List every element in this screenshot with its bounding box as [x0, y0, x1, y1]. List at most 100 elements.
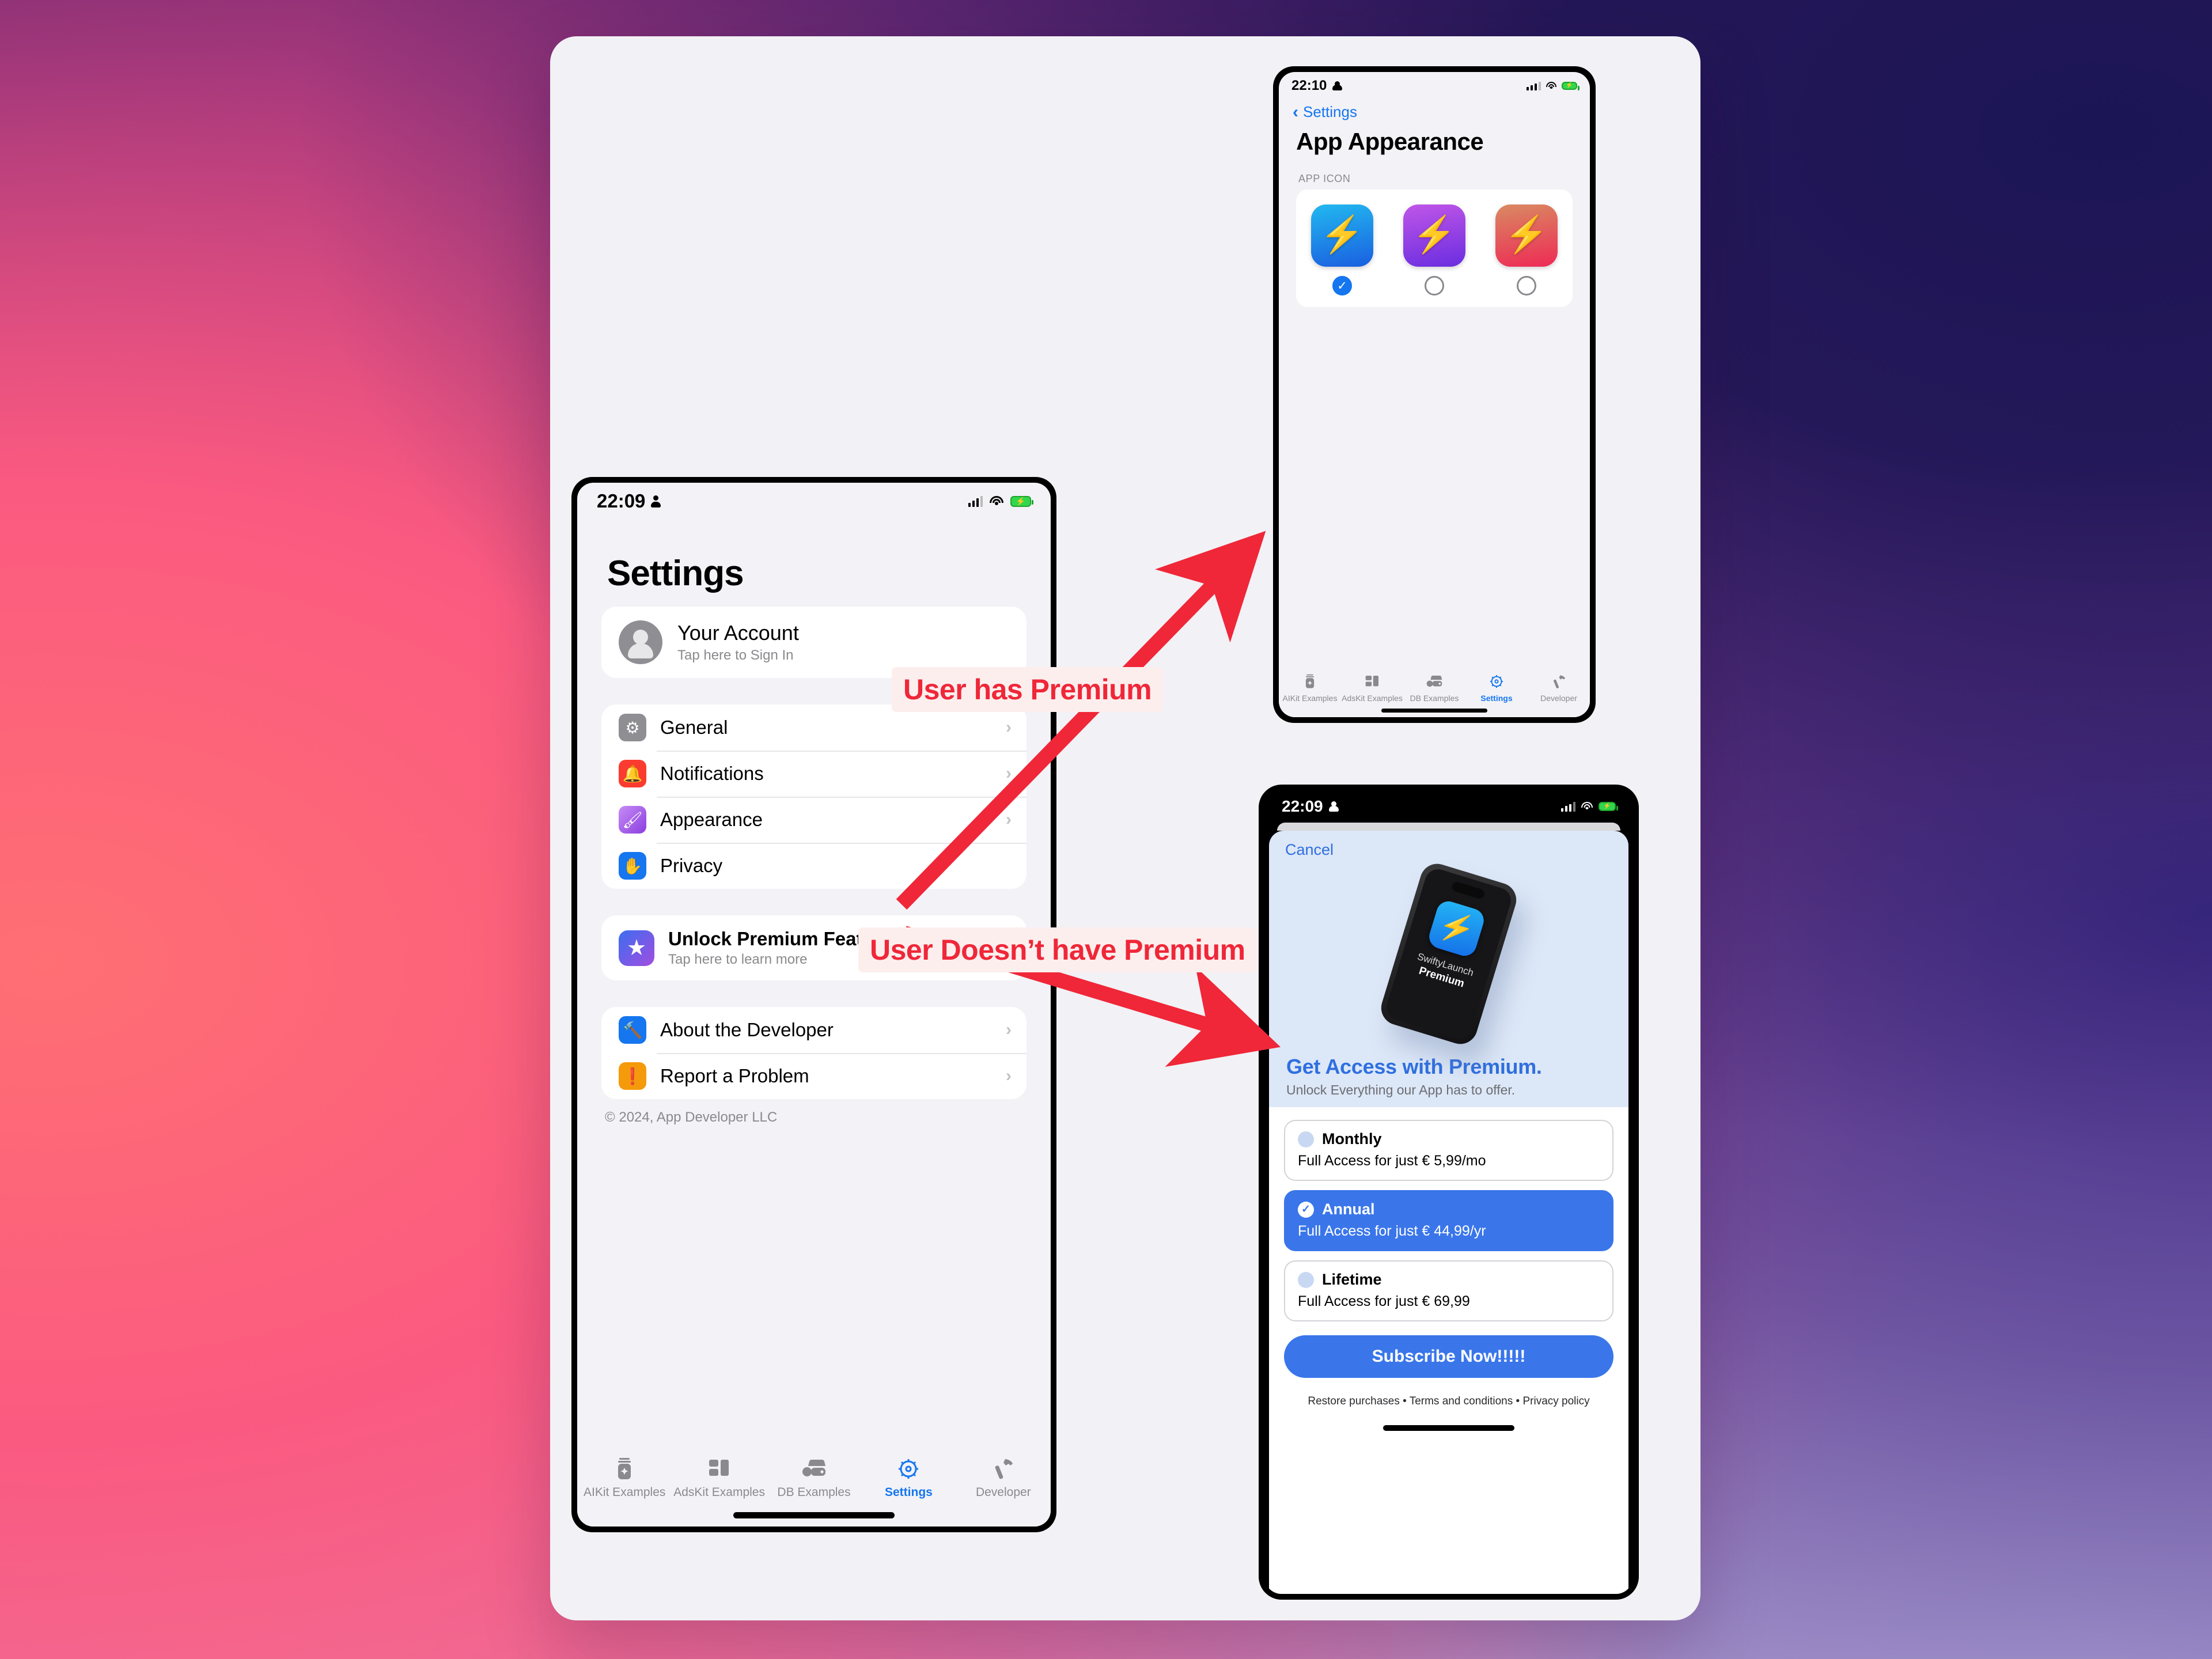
tab-list: AIKit Examples AdsKit Examples DB Exampl…: [577, 1456, 1051, 1499]
home-indicator[interactable]: [1382, 1425, 1515, 1431]
tab-label: Developer: [975, 1486, 1031, 1499]
copyright-text: © 2024, App Developer LLC: [605, 1109, 778, 1125]
gear-icon: ⚙: [619, 714, 646, 741]
mockup-screen: ⚡ SwiftyLaunch Premium: [1383, 866, 1514, 1042]
paywall-subheadline: Unlock Everything our App has to offer.: [1286, 1082, 1516, 1097]
app-icon-option-blue[interactable]: ⚡ ✓: [1296, 204, 1388, 296]
tab-aikit-examples[interactable]: AIKit Examples: [577, 1456, 672, 1499]
tab-bar: AIKit Examples AdsKit Examples DB Exampl…: [577, 1448, 1051, 1527]
phone-mockup: ⚡ SwiftyLaunch Premium: [1377, 859, 1521, 1048]
status-bar: 22:10 ⚡: [1279, 72, 1590, 100]
ai-jar-icon: [615, 1456, 634, 1482]
status-left: 22:09: [1282, 797, 1339, 816]
check-icon: ✓: [1298, 1201, 1314, 1218]
tab-label: AIKit Examples: [1282, 694, 1338, 703]
about-developer-row[interactable]: 🔨 About the Developer ›: [601, 1007, 1027, 1053]
restore-purchases-link[interactable]: Restore purchases: [1308, 1395, 1399, 1407]
paywall-sheet: Cancel ⚡ SwiftyLaunch Premium Get Access…: [1269, 831, 1628, 1594]
paywall-body: Monthly Full Access for just € 5,99/mo ✓…: [1269, 1107, 1628, 1594]
account-subtitle: Tap here to Sign In: [677, 647, 794, 663]
tab-adskit-examples[interactable]: AdsKit Examples: [672, 1456, 766, 1499]
legal-separator: •: [1403, 1395, 1410, 1407]
plan-name: Annual: [1322, 1200, 1375, 1218]
plan-header: Monthly: [1298, 1130, 1600, 1148]
section-label: APP ICON: [1298, 173, 1351, 184]
status-left: 22:09: [597, 490, 661, 512]
paintbrush-icon: 🖌: [619, 806, 646, 834]
gear-icon: [1489, 673, 1504, 690]
paywall-phone: 22:09 ⚡ Cancel ⚡ SwiftyLaunch Premium Ge…: [1259, 785, 1639, 1600]
plan-detail: Full Access for just € 5,99/mo: [1298, 1153, 1486, 1169]
plan-monthly[interactable]: Monthly Full Access for just € 5,99/mo: [1284, 1120, 1613, 1181]
wifi-icon: [990, 495, 1003, 507]
menu-label: General: [660, 717, 728, 738]
person-icon: [1328, 801, 1339, 812]
annotation-no-premium: User Doesn’t have Premium: [858, 927, 1257, 972]
app-icon-picker: ⚡ ✓ ⚡ ⚡: [1296, 190, 1573, 307]
settings-phone: 22:09 ⚡ Settings Your Account Tap here t…: [571, 477, 1056, 1532]
flex-spacer: [1279, 307, 1590, 668]
plan-name: Lifetime: [1322, 1271, 1382, 1288]
terms-link[interactable]: Terms and conditions: [1410, 1395, 1513, 1407]
radio-unselected[interactable]: [1425, 276, 1444, 296]
home-indicator[interactable]: [1381, 709, 1487, 713]
ai-jar-icon: [1304, 673, 1316, 690]
subscribe-button[interactable]: Subscribe Now!!!!!: [1284, 1335, 1613, 1378]
account-text: Your Account Tap here to Sign In: [677, 621, 799, 664]
wifi-icon: [1581, 802, 1593, 811]
report-problem-row[interactable]: ❗ Report a Problem ›: [601, 1053, 1027, 1099]
radio-unselected: [1298, 1131, 1314, 1147]
paywall-header: Get Access with Premium. Unlock Everythi…: [1269, 1049, 1628, 1107]
menu-row-privacy[interactable]: ✋ Privacy: [601, 843, 1027, 889]
tab-db-examples[interactable]: DB Examples: [1403, 673, 1465, 703]
ads-blocks-icon: [709, 1456, 730, 1482]
tab-aikit-examples[interactable]: AIKit Examples: [1279, 673, 1341, 703]
page-title: Settings: [607, 554, 744, 593]
zap-icon: ⚡: [1403, 204, 1465, 267]
plan-detail: Full Access for just € 44,99/yr: [1298, 1223, 1486, 1239]
chevron-right-icon: ›: [1006, 810, 1012, 829]
back-label: Settings: [1303, 103, 1357, 120]
developer-group: 🔨 About the Developer › ❗ Report a Probl…: [601, 1007, 1027, 1099]
account-name: Your Account: [677, 621, 799, 645]
cancel-button[interactable]: Cancel: [1269, 831, 1628, 859]
tab-label: Settings: [1480, 694, 1513, 703]
paywall-headline: Get Access with Premium.: [1286, 1055, 1542, 1078]
privacy-policy-link[interactable]: Privacy policy: [1522, 1395, 1589, 1407]
menu-label: About the Developer: [660, 1019, 834, 1040]
battery-charging-icon: ⚡: [1010, 495, 1033, 507]
plan-header: Lifetime: [1298, 1271, 1600, 1289]
tab-adskit-examples[interactable]: AdsKit Examples: [1341, 673, 1403, 703]
menu-row-appearance[interactable]: 🖌 Appearance ›: [601, 797, 1027, 843]
appearance-screen: 22:10 ⚡ ‹ Settings App Appearance APP IC…: [1279, 72, 1590, 717]
radio-unselected: [1298, 1271, 1314, 1288]
notch: [1450, 880, 1486, 900]
menu-row-notifications[interactable]: 🔔 Notifications ›: [601, 751, 1027, 797]
tab-settings[interactable]: Settings: [861, 1456, 956, 1499]
status-left: 22:10: [1291, 78, 1343, 94]
app-icon-option-purple[interactable]: ⚡: [1388, 204, 1480, 296]
tab-developer[interactable]: Developer: [956, 1456, 1051, 1499]
tab-settings[interactable]: Settings: [1465, 673, 1528, 703]
app-icon-option-red[interactable]: ⚡: [1480, 204, 1573, 296]
star-icon: ★: [619, 930, 654, 966]
plan-lifetime[interactable]: Lifetime Full Access for just € 69,99: [1284, 1260, 1613, 1321]
home-indicator[interactable]: [733, 1512, 895, 1518]
status-bar: 22:09 ⚡: [577, 483, 1051, 520]
chevron-right-icon: ›: [1006, 718, 1012, 737]
tab-developer[interactable]: Developer: [1528, 673, 1590, 703]
tab-db-examples[interactable]: DB Examples: [767, 1456, 861, 1499]
tab-bar: AIKit Examples AdsKit Examples DB Exampl…: [1279, 668, 1590, 717]
menu-group: ⚙ General › 🔔 Notifications › 🖌 Appearan…: [601, 704, 1027, 889]
settings-screen: 22:09 ⚡ Settings Your Account Tap here t…: [577, 483, 1051, 1527]
radio-unselected[interactable]: [1517, 276, 1536, 296]
tab-label: DB Examples: [777, 1486, 851, 1499]
legal-links: Restore purchases • Terms and conditions…: [1284, 1387, 1613, 1408]
plan-annual[interactable]: ✓ Annual Full Access for just € 44,99/yr: [1284, 1190, 1613, 1251]
back-button[interactable]: ‹ Settings: [1279, 100, 1590, 121]
menu-label: Notifications: [660, 763, 764, 784]
radio-selected[interactable]: ✓: [1332, 276, 1352, 296]
zap-icon: ⚡: [1311, 204, 1373, 267]
